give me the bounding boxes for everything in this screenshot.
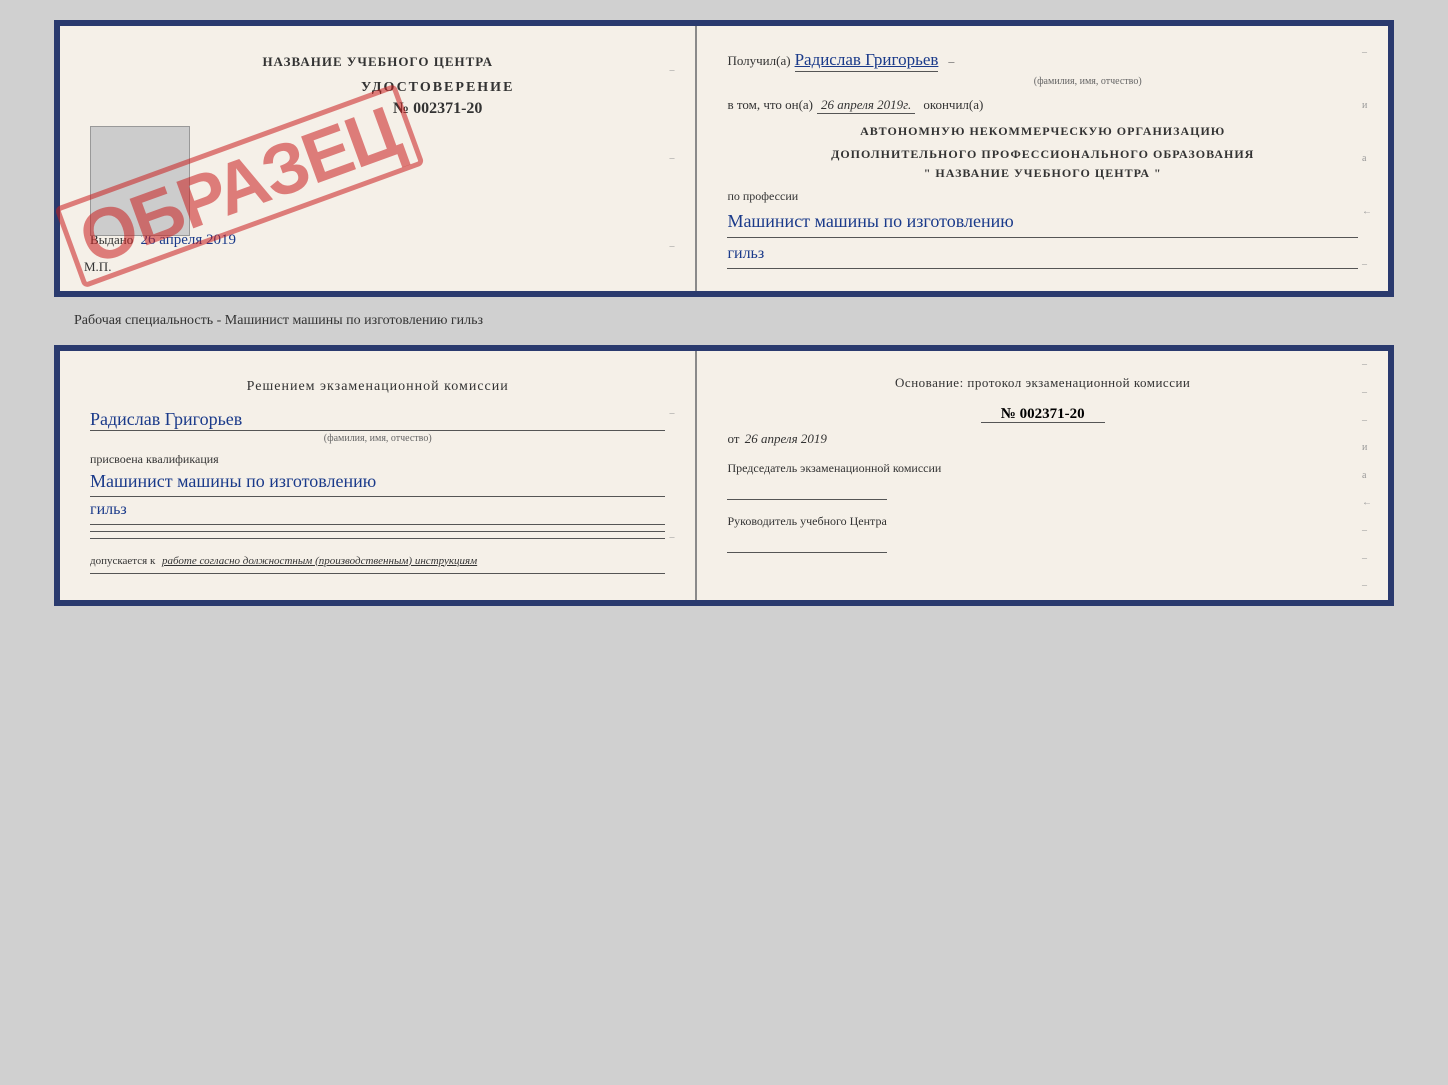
bottom-fio-note: (фамилия, имя, отчество) [90,433,665,444]
qual-underline2 [90,524,665,525]
protocol-number-block: № 002371-20 [727,405,1358,423]
right-side-deco: – и а ← – [1362,26,1382,291]
rukovoditel-sig-line [727,533,887,553]
predsedatel-block: Председатель экзаменационной комиссии [727,461,1358,500]
okonchil-label: окончил(а) [923,97,983,113]
qual-line1: Машинист машины по изготовлению [90,469,665,494]
date-label: от [727,431,739,446]
decision-label: Решением экзаменационной комиссии [90,379,665,395]
допускается-prefix: допускается к [90,555,155,567]
cert-title: УДОСТОВЕРЕНИЕ [361,80,514,96]
допускается-underline [90,573,665,574]
допускается-value: работе согласно должностным (производств… [162,555,477,567]
top-doc-right: Получил(а) Радислав Григорьев – (фамилия… [697,26,1388,291]
org-line1: АВТОНОМНУЮ НЕКОММЕРЧЕСКУЮ ОРГАНИЗАЦИЮ [727,124,1358,139]
poluchil-label: Получил(а) [727,53,790,69]
org-line3: " НАЗВАНИЕ УЧЕБНОГО ЦЕНТРА " [727,166,1358,181]
side-decorations-left: – – – [669,26,689,291]
cert-number: № 002371-20 [393,100,482,118]
bottom-left-side-deco: – – [669,351,689,600]
bottom-name: Радислав Григорьев [90,409,665,431]
poluchil-value: Радислав Григорьев [795,50,939,72]
protocol-date: 26 апреля 2019 [745,431,827,446]
bottom-doc-left: Решением экзаменационной комиссии Радисл… [60,351,697,600]
profession-line1: Машинист машины по изготовлению [727,208,1358,235]
bottom-doc-right: Основание: протокол экзаменационной коми… [697,351,1388,600]
photo-placeholder [90,126,190,236]
cert-center: УДОСТОВЕРЕНИЕ № 002371-20 [210,80,665,122]
rukovoditel-label: Руководитель учебного Центра [727,514,1358,529]
org-block: АВТОНОМНУЮ НЕКОММЕРЧЕСКУЮ ОРГАНИЗАЦИЮ ДО… [727,124,1358,181]
bottom-right-side-deco: – – – и а ← – – – [1362,351,1382,600]
qual-line2: гильз [90,499,665,521]
top-document: НАЗВАНИЕ УЧЕБНОГО ЦЕНТРА ОБРАЗЕЦ УДОСТОВ… [54,20,1394,297]
qual-underline3 [90,531,665,532]
org-line2: ДОПОЛНИТЕЛЬНОГО ПРОФЕССИОНАЛЬНОГО ОБРАЗО… [727,147,1358,162]
profession-line2: гильз [727,242,1358,266]
dash-separator: – [948,54,954,69]
between-label: Рабочая специальность - Машинист машины … [74,313,483,329]
school-name-header: НАЗВАНИЕ УЧЕБНОГО ЦЕНТРА [90,54,665,70]
osnov-label: Основание: протокол экзаменационной коми… [727,375,1358,391]
допускается-block: допускается к работе согласно должностны… [90,555,665,567]
protocol-date-row: от 26 апреля 2019 [727,431,1358,447]
vtom-row: в том, что он(а) 26 апреля 2019г. окончи… [727,97,1358,114]
protocol-number: № 002371-20 [981,406,1105,423]
top-doc-left: НАЗВАНИЕ УЧЕБНОГО ЦЕНТРА ОБРАЗЕЦ УДОСТОВ… [60,26,697,291]
predsedatel-label: Председатель экзаменационной комиссии [727,461,1358,476]
profession-underline [727,237,1358,238]
prisvoena-label: присвоена квалификация [90,452,665,467]
mp-label: М.П. [84,259,111,275]
poluchil-row: Получил(а) Радислав Григорьев – [727,50,1358,72]
qual-underline4 [90,538,665,539]
vtom-label: в том, что он(а) [727,97,813,113]
vtom-date: 26 апреля 2019г. [817,97,915,114]
bottom-document: Решением экзаменационной комиссии Радисл… [54,345,1394,606]
po-professii-label: по профессии [727,189,1358,204]
predsedatel-sig-line [727,480,887,500]
profession-underline2 [727,268,1358,269]
rukovoditel-block: Руководитель учебного Центра [727,514,1358,553]
qual-underline [90,496,665,497]
fio-note: (фамилия, имя, отчество) [817,76,1358,87]
